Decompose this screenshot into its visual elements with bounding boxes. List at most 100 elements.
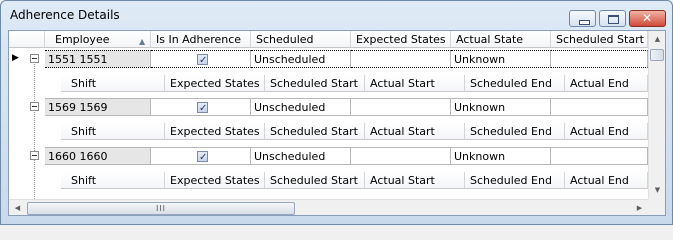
child-column-header-actual-start[interactable]: Actual Start [365, 123, 465, 140]
child-column-header-scheduled-end[interactable]: Scheduled End [465, 75, 565, 92]
column-header-employee[interactable]: Employee ▲ [45, 31, 151, 48]
scroll-down-icon[interactable]: ▼ [649, 182, 665, 199]
column-header-label: Actual End [570, 125, 629, 138]
employee-cell[interactable]: 1569 1569 [45, 98, 151, 116]
scheduled-cell[interactable]: Unscheduled [251, 50, 351, 68]
actual-state-cell[interactable]: Unknown [451, 147, 551, 165]
column-header-label: Scheduled Start [270, 125, 358, 138]
column-header-expected-states[interactable]: Expected States [351, 31, 451, 48]
child-column-header-scheduled-start[interactable]: Scheduled Start [265, 123, 365, 140]
column-header-label: Actual State [456, 33, 524, 46]
table-row[interactable]: 1660 1660 Unscheduled Unknown [9, 147, 648, 166]
scheduled-start-cell[interactable] [551, 98, 648, 116]
adherence-grid: Employee ▲ Is In Adherence Scheduled Exp… [9, 31, 648, 199]
close-button[interactable] [629, 10, 666, 27]
column-header-is-in-adherence[interactable]: Is In Adherence [151, 31, 251, 48]
column-header-label: Employee [55, 33, 110, 46]
column-header-label: Scheduled Start [556, 33, 644, 46]
tree-line [34, 55, 36, 199]
actual-state-cell[interactable]: Unknown [451, 98, 551, 116]
child-column-header-shift[interactable]: Shift [61, 123, 165, 140]
column-header-label: Scheduled [256, 33, 314, 46]
column-header-label: Shift [71, 174, 97, 187]
child-column-header-expected-states[interactable]: Expected States [165, 172, 265, 189]
grid-container: Employee ▲ Is In Adherence Scheduled Exp… [8, 30, 666, 216]
in-adherence-checkbox[interactable] [197, 149, 208, 164]
child-column-header-expected-states[interactable]: Expected States [165, 123, 265, 140]
vertical-scrollbar[interactable]: ▲ ▼ [648, 31, 665, 199]
expected-states-cell[interactable] [351, 50, 451, 68]
scheduled-label: Unscheduled [254, 150, 326, 163]
child-column-header-scheduled-end[interactable]: Scheduled End [465, 172, 565, 189]
child-column-header-scheduled-start[interactable]: Scheduled Start [265, 75, 365, 92]
column-header-actual-state[interactable]: Actual State [451, 31, 551, 48]
child-column-header-actual-start[interactable]: Actual Start [365, 172, 465, 189]
child-column-header-shift[interactable]: Shift [61, 172, 165, 189]
in-adherence-cell[interactable] [151, 50, 251, 68]
column-header-label: Actual Start [370, 125, 435, 138]
in-adherence-checkbox[interactable] [197, 52, 208, 67]
actual-state-cell[interactable]: Unknown [451, 50, 551, 68]
employee-label: 1569 1569 [48, 101, 108, 114]
employee-cell[interactable]: 1551 1551 [45, 50, 151, 68]
child-column-header-shift[interactable]: Shift [61, 75, 165, 92]
header-spacer [9, 31, 45, 48]
scheduled-label: Unscheduled [254, 101, 326, 114]
child-grid-header: Shift Expected States Scheduled Start Ac… [61, 75, 648, 93]
child-column-header-scheduled-start[interactable]: Scheduled Start [265, 172, 365, 189]
employee-label: 1660 1660 [48, 150, 108, 163]
scheduled-cell[interactable]: Unscheduled [251, 147, 351, 165]
grip-icon: III [155, 204, 167, 213]
child-column-header-scheduled-end[interactable]: Scheduled End [465, 123, 565, 140]
table-row[interactable]: 1569 1569 Unscheduled Unknown [9, 98, 648, 117]
in-adherence-checkbox[interactable] [197, 100, 208, 115]
column-header-label: Scheduled End [470, 125, 552, 138]
current-row-indicator-icon: ▶ [12, 53, 19, 63]
collapse-icon[interactable] [30, 102, 39, 111]
child-grid-header: Shift Expected States Scheduled Start Ac… [61, 123, 648, 141]
column-header-label: Expected States [170, 174, 260, 187]
column-header-label: Scheduled End [470, 77, 552, 90]
vertical-scroll-thumb[interactable] [650, 49, 664, 61]
expected-states-cell[interactable] [351, 147, 451, 165]
scheduled-start-cell[interactable] [551, 147, 648, 165]
child-column-header-actual-end[interactable]: Actual End [565, 172, 648, 189]
collapse-icon[interactable] [30, 151, 39, 160]
child-column-header-actual-start[interactable]: Actual Start [365, 75, 465, 92]
expected-states-cell[interactable] [351, 98, 451, 116]
sort-ascending-icon: ▲ [139, 37, 146, 46]
column-header-scheduled-start[interactable]: Scheduled Start [551, 31, 648, 48]
column-header-scheduled[interactable]: Scheduled [251, 31, 351, 48]
table-row[interactable]: ▶ 1551 1551 Unscheduled Unknown [9, 50, 648, 69]
scheduled-start-cell[interactable] [551, 50, 648, 68]
child-column-header-actual-end[interactable]: Actual End [565, 123, 648, 140]
column-header-label: Shift [71, 125, 97, 138]
scrollbar-corner [648, 199, 665, 215]
scroll-left-icon[interactable]: ◀ [9, 200, 26, 215]
actual-state-label: Unknown [454, 101, 506, 114]
adherence-details-window: Adherence Details Employee ▲ Is In Adher… [0, 0, 673, 225]
scroll-right-icon[interactable]: ▶ [631, 200, 648, 215]
column-header-label: Expected States [170, 77, 260, 90]
window-title: Adherence Details [10, 8, 120, 22]
maximize-button[interactable] [599, 10, 626, 27]
minimize-button[interactable] [569, 10, 596, 27]
child-grid-header: Shift Expected States Scheduled Start Ac… [61, 172, 648, 190]
collapse-icon[interactable] [30, 54, 39, 63]
child-column-header-expected-states[interactable]: Expected States [165, 75, 265, 92]
scroll-up-icon[interactable]: ▲ [649, 31, 665, 48]
child-column-header-actual-end[interactable]: Actual End [565, 75, 648, 92]
column-header-label: Scheduled Start [270, 174, 358, 187]
horizontal-scrollbar[interactable]: ◀ III ▶ [9, 199, 648, 215]
column-header-label: Actual End [570, 174, 629, 187]
in-adherence-cell[interactable] [151, 147, 251, 165]
in-adherence-cell[interactable] [151, 98, 251, 116]
column-header-label: Actual Start [370, 174, 435, 187]
column-header-label: Is In Adherence [156, 33, 242, 46]
actual-state-label: Unknown [454, 53, 506, 66]
grid-header: Employee ▲ Is In Adherence Scheduled Exp… [9, 31, 648, 49]
horizontal-scroll-thumb[interactable]: III [27, 202, 295, 215]
title-bar[interactable]: Adherence Details [1, 1, 672, 31]
scheduled-cell[interactable]: Unscheduled [251, 98, 351, 116]
employee-cell[interactable]: 1660 1660 [45, 147, 151, 165]
